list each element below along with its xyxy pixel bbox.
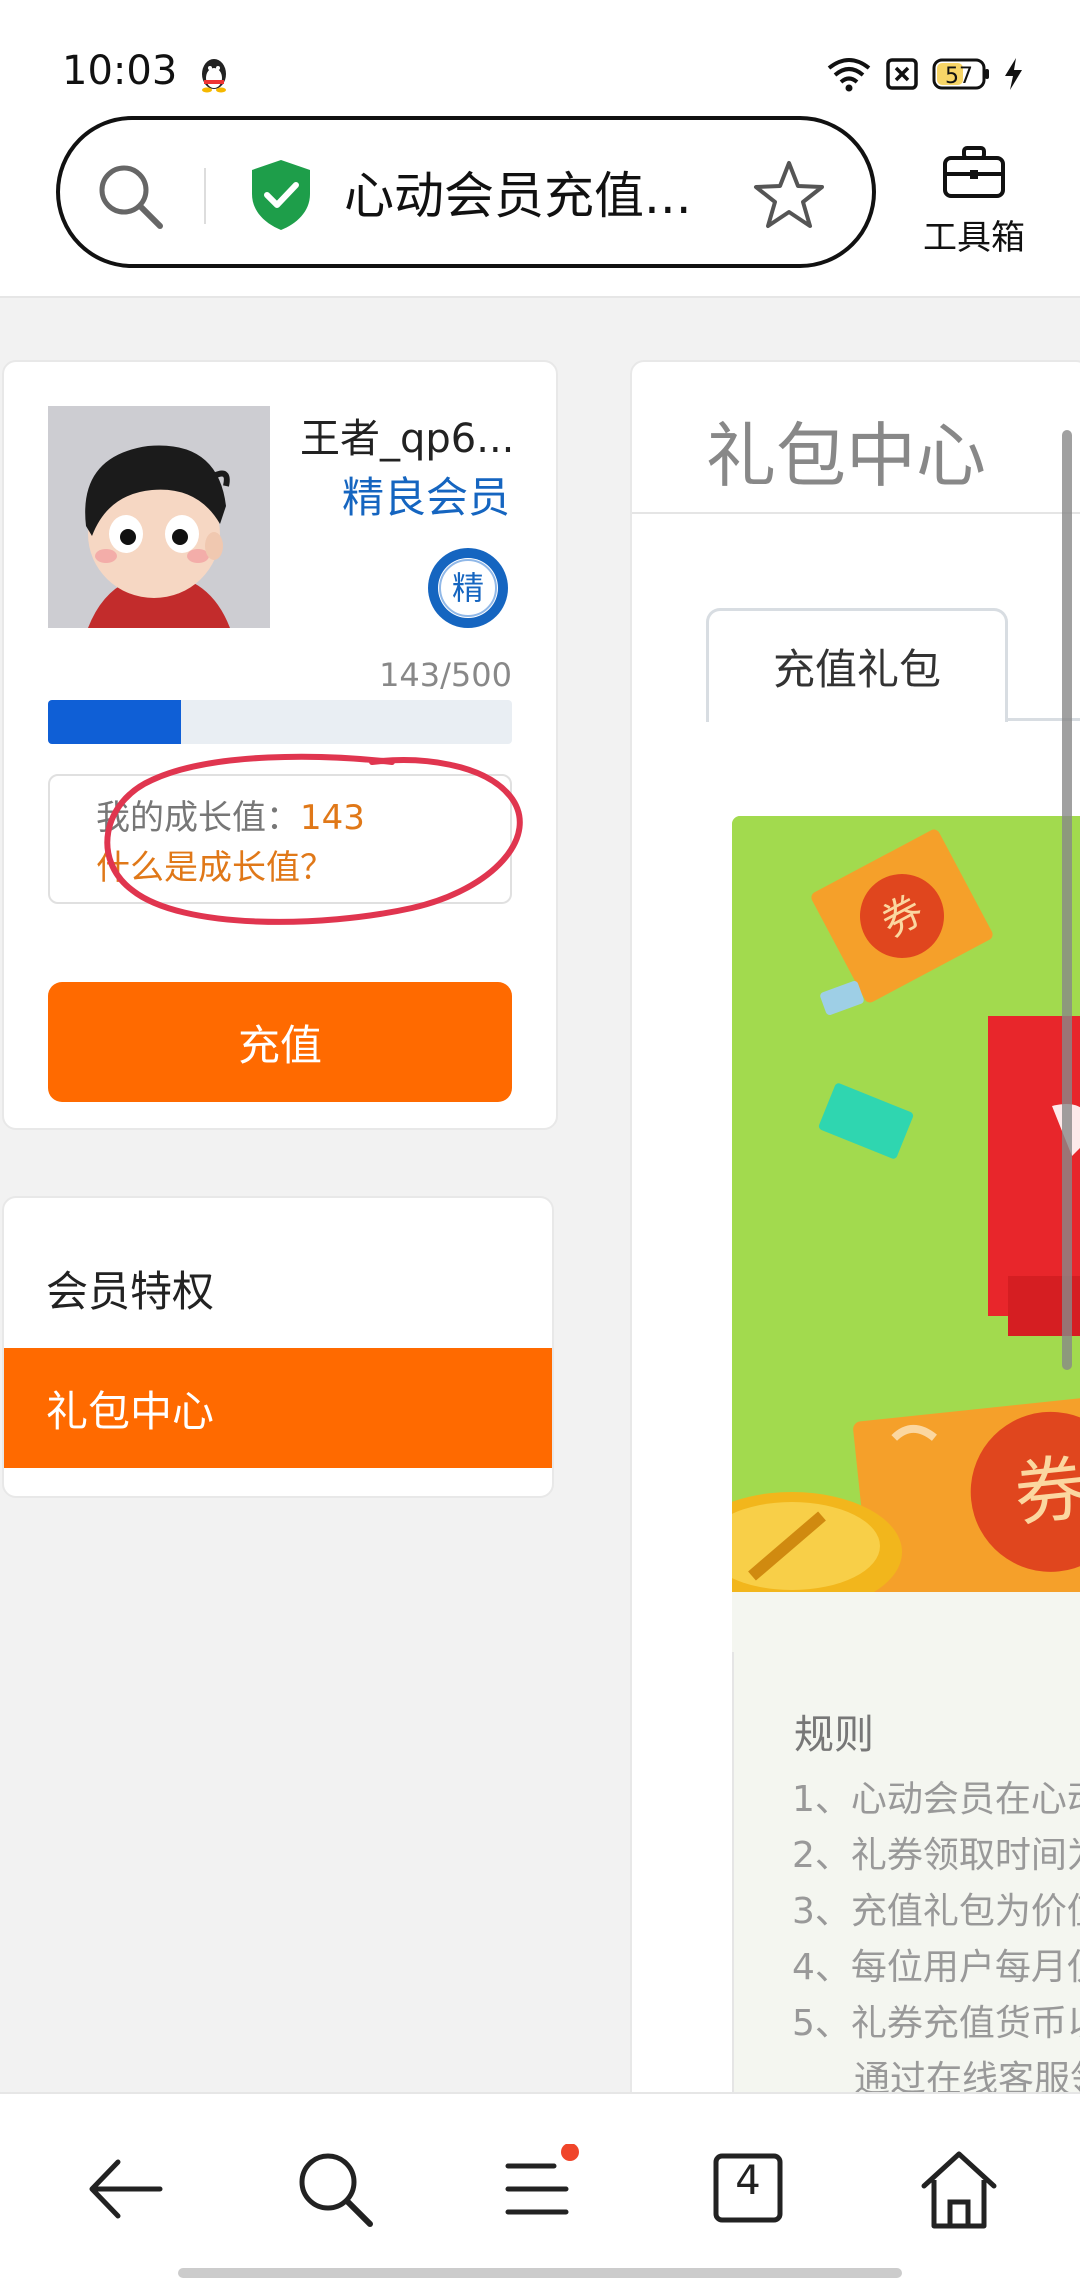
battery-level: 57 (945, 64, 973, 89)
rule-item: 1、心动会员在心动 (792, 1779, 1080, 1820)
growth-progress-fill (48, 700, 181, 744)
menu-item-member-privileges[interactable]: 会员特权 (4, 1228, 552, 1348)
red-circle-annotation (104, 753, 523, 925)
home-icon[interactable] (914, 2144, 1004, 2234)
page-title[interactable]: 心动会员充值... (344, 160, 714, 232)
bookmark-star-icon[interactable] (752, 158, 826, 232)
menu-item-gift-center[interactable]: 礼包中心 (4, 1348, 552, 1468)
coupon-banner-graphic: 券 券 (732, 816, 1080, 1652)
secure-shield-icon (252, 160, 310, 230)
gift-center-title: 礼包中心 (706, 415, 986, 497)
level-badge-icon: 精 (428, 548, 508, 628)
growth-progress-bar (48, 700, 512, 744)
toolbox-label: 工具箱 (923, 218, 1025, 258)
tab-count: 4 (735, 2158, 761, 2204)
home-indicator[interactable] (178, 2268, 902, 2278)
toolbox-icon (943, 146, 1005, 198)
sim-icon (886, 58, 918, 90)
rule-item: 5、礼券充值货币以 (792, 2003, 1080, 2044)
status-time: 10:03 (62, 48, 178, 94)
charging-icon (1005, 58, 1022, 90)
toolbox-button[interactable]: 工具箱 (912, 140, 1036, 260)
back-arrow-icon[interactable] (80, 2144, 170, 2234)
rule-item: 2、礼券领取时间为 (792, 1835, 1080, 1876)
notification-dot (561, 2144, 579, 2161)
rule-item: 4、每位用户每月仅 (792, 1947, 1080, 1988)
scrollbar[interactable] (1062, 430, 1072, 1370)
level-badge-text: 精 (452, 569, 484, 607)
search-icon[interactable] (290, 2144, 380, 2234)
tab-recharge-gift[interactable]: 充值礼包 (706, 608, 1008, 722)
rules-title: 规则 (794, 1712, 874, 1758)
qq-penguin-icon (202, 59, 226, 93)
menu-icon[interactable] (494, 2144, 584, 2234)
title-divider (632, 512, 1080, 514)
gift-banner-image: 券 券 (732, 816, 1080, 1652)
wifi-icon (827, 58, 871, 92)
address-divider (204, 168, 206, 224)
recharge-button[interactable]: 充值 (48, 982, 512, 1102)
username: 王者_qp6... (300, 416, 515, 462)
battery-icon: 57 (932, 58, 989, 90)
avatar (48, 406, 270, 628)
tabs-button[interactable]: 4 (704, 2144, 794, 2234)
coupon-text-bottom: 券 (1010, 1445, 1080, 1536)
side-menu: 会员特权 礼包中心 (2, 1196, 554, 1498)
growth-progress-text: 143/500 (379, 656, 512, 694)
status-icons: 57 (826, 52, 1024, 96)
search-icon[interactable] (92, 158, 168, 234)
cartoon-boy-avatar (48, 406, 270, 628)
member-level: 精良会员 (341, 473, 510, 522)
rule-item: 3、充值礼包为价值 (792, 1891, 1080, 1932)
